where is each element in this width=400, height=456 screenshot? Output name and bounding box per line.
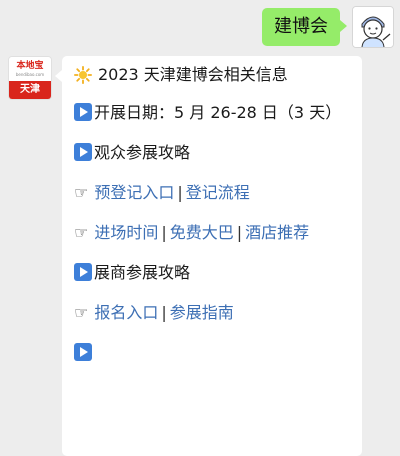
play-icon [74, 263, 92, 281]
brand-logo: 本地宝 bendibao.com [9, 57, 51, 81]
play-icon [74, 143, 92, 161]
message-title-line: 2023 天津建博会相关信息 [74, 64, 350, 86]
brand-city: 天津 [9, 81, 51, 99]
link-entry-time[interactable]: 进场时间 [94, 223, 158, 242]
brand-url: bendibao.com [15, 71, 45, 77]
outgoing-message: 建博会 [262, 6, 394, 48]
link-separator: | [177, 183, 183, 202]
user-avatar-illustration [353, 7, 393, 47]
visitor-heading: 观众参展攻略 [94, 143, 191, 162]
pointing-hand-icon: ☞ [74, 183, 89, 202]
cutoff-line [74, 342, 350, 364]
play-icon [74, 103, 92, 121]
visitor-links-row-1: ☞ 预登记入口 | 登记流程 [74, 182, 350, 204]
sun-icon [74, 66, 92, 84]
exhibitor-heading-line: 展商参展攻略 [74, 262, 350, 284]
visitor-links-row-2: ☞ 进场时间 | 免费大巴 | 酒店推荐 [74, 222, 350, 244]
visitor-heading-line: 观众参展攻略 [74, 142, 350, 164]
message-title: 2023 天津建博会相关信息 [98, 65, 288, 84]
pointing-hand-icon: ☞ [74, 223, 89, 242]
link-exhibit-guide[interactable]: 参展指南 [170, 303, 234, 322]
pointing-hand-icon: ☞ [74, 303, 89, 322]
outgoing-bubble[interactable]: 建博会 [262, 8, 347, 46]
link-signup[interactable]: 报名入口 [94, 303, 158, 322]
play-icon [74, 343, 92, 361]
link-separator: | [161, 223, 167, 242]
link-separator: | [236, 223, 243, 242]
brand-avatar[interactable]: 本地宝 bendibao.com 天津 [8, 56, 52, 100]
exhibitor-heading: 展商参展攻略 [94, 263, 191, 282]
incoming-bubble: 2023 天津建博会相关信息 开展日期：5 月 26-28 日（3 天） 观众参… [55, 56, 362, 456]
exhibitor-links-row: ☞ 报名入口 | 参展指南 [74, 302, 350, 324]
link-hotel-recommend[interactable]: 酒店推荐 [245, 223, 309, 242]
link-separator: | [161, 303, 167, 322]
dates-line: 开展日期：5 月 26-28 日（3 天） [74, 102, 350, 124]
link-free-bus[interactable]: 免费大巴 [170, 223, 234, 242]
user-avatar[interactable] [352, 6, 394, 48]
link-registration-process[interactable]: 登记流程 [186, 183, 250, 202]
brand-name: 本地宝 [16, 60, 44, 71]
link-preregister[interactable]: 预登记入口 [94, 183, 174, 202]
dates-text: 开展日期：5 月 26-28 日（3 天） [94, 103, 342, 122]
